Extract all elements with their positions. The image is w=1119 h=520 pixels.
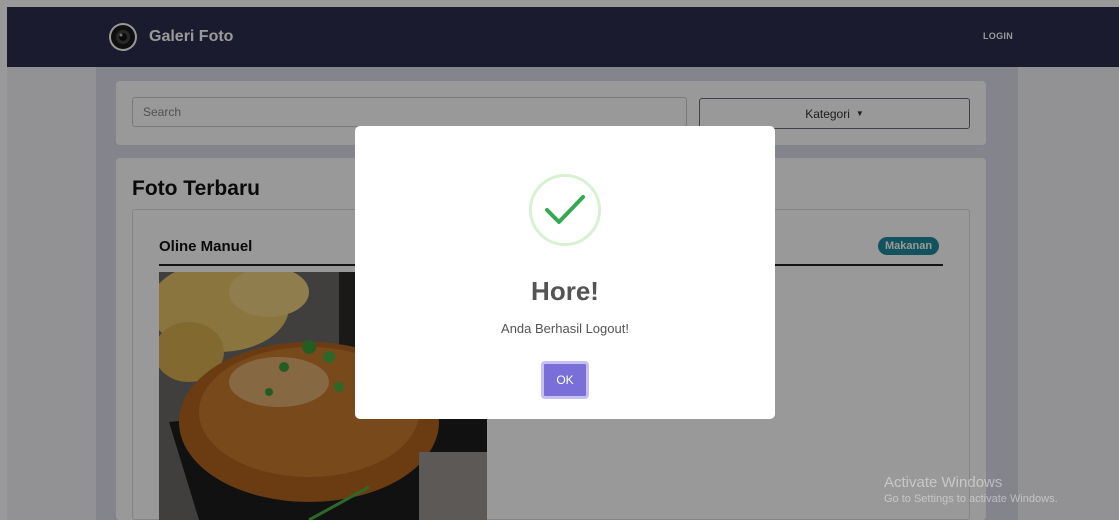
ok-button[interactable]: OK: [541, 361, 589, 399]
watermark-subtitle: Go to Settings to activate Windows.: [884, 493, 1058, 505]
modal-message: Anda Berhasil Logout!: [501, 321, 629, 336]
watermark-title: Activate Windows: [884, 474, 1003, 491]
modal-title: Hore!: [531, 276, 599, 306]
check-icon: [529, 174, 601, 246]
windows-activation-watermark: Activate Windows Go to Settings to activ…: [884, 474, 1058, 505]
success-modal: Hore! Anda Berhasil Logout! OK: [355, 126, 775, 419]
